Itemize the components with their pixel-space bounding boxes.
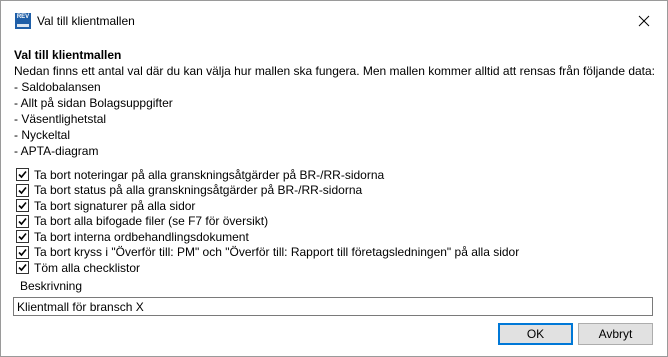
option-remove-notes[interactable]: Ta bort noteringar på alla granskningsåt…: [16, 167, 519, 183]
intro-heading: Val till klientmallen: [14, 48, 122, 62]
option-clear-checklists[interactable]: Töm alla checklistor: [16, 260, 519, 276]
intro-list-item: - APTA-diagram: [14, 144, 99, 158]
checkmark-icon: [18, 264, 27, 272]
checkmark-icon: [18, 171, 27, 179]
ok-button[interactable]: OK: [498, 323, 573, 345]
checkmark-icon: [18, 217, 27, 225]
window-title: Val till klientmallen: [37, 14, 135, 28]
checkmark-icon: [18, 186, 27, 194]
option-label: Ta bort kryss i "Överför till: PM" och "…: [34, 245, 520, 260]
checkmark-icon: [18, 233, 27, 241]
app-logo-icon: REV: [15, 13, 31, 29]
dialog-window: REV Val till klientmallen Val till klien…: [0, 0, 668, 357]
option-label: Ta bort alla bifogade filer (se F7 för ö…: [34, 214, 269, 229]
intro-text: Nedan finns ett antal val där du kan väl…: [14, 64, 656, 78]
option-remove-transfer-marks[interactable]: Ta bort kryss i "Överför till: PM" och "…: [16, 245, 519, 261]
checkbox[interactable]: [16, 183, 29, 197]
option-label: Töm alla checklistor: [34, 260, 141, 275]
close-icon: [638, 15, 650, 27]
checkbox[interactable]: [16, 230, 29, 244]
checkmark-icon: [18, 248, 27, 256]
checkbox[interactable]: [16, 245, 29, 259]
intro-list-item: - Allt på sidan Bolagsuppgifter: [14, 96, 173, 110]
checkbox[interactable]: [16, 199, 29, 213]
description-input[interactable]: [13, 297, 653, 316]
option-remove-status[interactable]: Ta bort status på alla granskningsåtgärd…: [16, 183, 519, 199]
option-remove-signatures[interactable]: Ta bort signaturer på alla sidor: [16, 198, 519, 214]
options-list: Ta bort noteringar på alla granskningsåt…: [16, 167, 519, 276]
option-label: Ta bort status på alla granskningsåtgärd…: [34, 183, 363, 198]
option-remove-attachments[interactable]: Ta bort alla bifogade filer (se F7 för ö…: [16, 214, 519, 230]
intro-list-item: - Väsentlighetstal: [14, 112, 107, 126]
checkbox[interactable]: [16, 214, 29, 228]
intro-list-item: - Saldobalansen: [14, 80, 101, 94]
description-label: Beskrivning: [20, 279, 83, 293]
checkbox[interactable]: [16, 168, 29, 182]
cancel-button[interactable]: Avbryt: [578, 323, 653, 345]
intro-section: Val till klientmallen Nedan finns ett an…: [14, 47, 656, 159]
intro-list-item: - Nyckeltal: [14, 128, 71, 142]
close-button[interactable]: [631, 9, 657, 33]
option-label: Ta bort noteringar på alla granskningsåt…: [34, 167, 385, 182]
option-remove-internal-docs[interactable]: Ta bort interna ordbehandlingsdokument: [16, 229, 519, 245]
checkmark-icon: [18, 202, 27, 210]
checkbox[interactable]: [16, 261, 29, 275]
title-bar[interactable]: REV Val till klientmallen: [1, 1, 667, 41]
option-label: Ta bort interna ordbehandlingsdokument: [34, 229, 249, 244]
option-label: Ta bort signaturer på alla sidor: [34, 198, 196, 213]
